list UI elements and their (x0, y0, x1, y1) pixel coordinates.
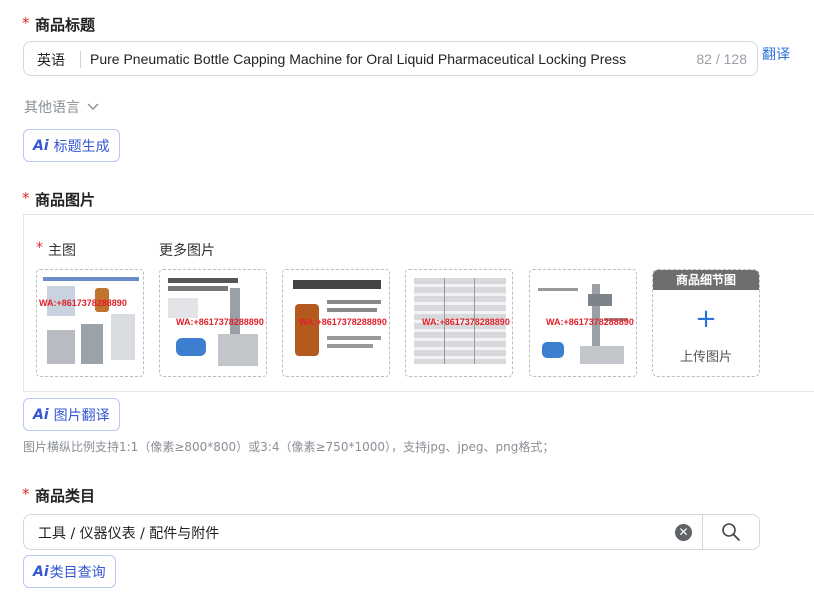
category-input[interactable]: 工具 / 仪器仪表 / 配件与附件 ✕ (23, 514, 760, 550)
ai-generate-title-button[interactable]: Ai 标题生成 (23, 129, 120, 162)
product-image-thumbnail[interactable]: WA:+8617378288890 (159, 269, 267, 377)
ai-category-search-button[interactable]: Ai 类目查询 (23, 555, 116, 588)
ai-image-translate-label: 图片翻译 (53, 407, 110, 424)
product-image-thumbnail[interactable]: WA:+8617378288890 (405, 269, 513, 377)
watermark-text: WA:+8617378288890 (176, 317, 264, 327)
search-icon (722, 523, 740, 541)
divider (80, 51, 81, 68)
product-photo (41, 274, 139, 372)
ai-category-search-label: 类目查询 (49, 564, 106, 581)
watermark-text: WA:+8617378288890 (39, 298, 127, 308)
character-counter: 82 / 128 (696, 51, 747, 67)
category-value[interactable]: 工具 / 仪器仪表 / 配件与附件 (38, 523, 219, 543)
watermark-text: WA:+8617378288890 (299, 317, 387, 327)
ai-image-translate-button[interactable]: Ai 图片翻译 (23, 398, 120, 431)
other-languages-label: 其他语言 (24, 100, 80, 116)
ai-generate-title-label: 标题生成 (53, 138, 110, 155)
title-input[interactable]: 英语 Pure Pneumatic Bottle Capping Machine… (23, 41, 758, 76)
title-section-label: 商品标题 (35, 16, 96, 34)
required-mark: * (22, 14, 30, 32)
ai-icon: Ai (33, 406, 49, 423)
ai-icon: Ai (33, 137, 49, 154)
title-value[interactable]: Pure Pneumatic Bottle Capping Machine fo… (90, 51, 626, 67)
upload-image-button[interactable]: 商品细节图 + 上传图片 (652, 269, 760, 377)
detail-image-header: 商品细节图 (653, 270, 759, 290)
plus-icon: + (695, 304, 717, 334)
image-section-label: 商品图片 (35, 191, 96, 209)
product-image-thumbnail[interactable]: WA:+8617378288890 (529, 269, 637, 377)
watermark-text: WA:+8617378288890 (422, 317, 510, 327)
required-mark: * (36, 240, 43, 256)
watermark-text: WA:+8617378288890 (546, 317, 634, 327)
required-mark: * (22, 189, 30, 207)
product-image-thumbnail[interactable]: WA:+8617378288890 (36, 269, 144, 377)
main-image-label: 主图 (48, 243, 76, 259)
language-selector[interactable]: 英语 (37, 50, 65, 70)
image-format-hint: 图片横纵比例支持1:1（像素≥800*800）或3:4（像素≥750*1000）… (23, 440, 555, 454)
chevron-down-icon (87, 103, 99, 110)
category-section-label: 商品类目 (35, 487, 96, 505)
product-image-thumbnail[interactable]: WA:+8617378288890 (282, 269, 390, 377)
more-images-label: 更多图片 (159, 243, 215, 259)
ai-icon: Ai (33, 563, 49, 580)
clear-icon[interactable]: ✕ (675, 524, 692, 541)
upload-image-label: 上传图片 (679, 350, 732, 365)
required-mark: * (22, 485, 30, 503)
search-button[interactable] (702, 515, 760, 549)
other-languages-toggle[interactable]: 其他语言 (24, 97, 99, 117)
translate-link[interactable]: 翻译 (762, 44, 790, 64)
